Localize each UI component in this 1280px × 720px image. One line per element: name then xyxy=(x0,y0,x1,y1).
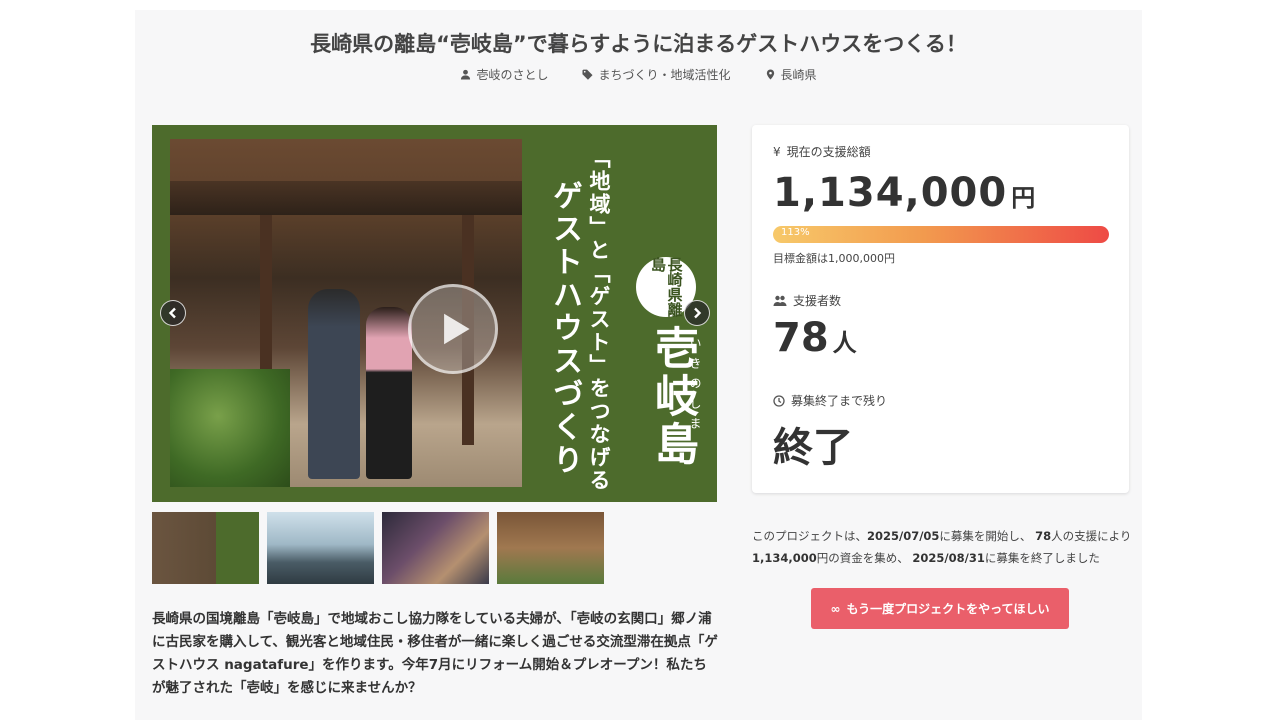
infinity-icon: ∞ xyxy=(830,601,841,616)
island-reading: いきのしま xyxy=(688,337,702,437)
project-summary: このプロジェクトは、2025/07/05に募集を開始し、 78人の支援により 1… xyxy=(752,529,1132,565)
carousel-next-button[interactable] xyxy=(684,300,710,326)
goal-amount: 目標金額は1,000,000円 xyxy=(773,252,895,265)
project-page: 長崎県の離島“壱岐島”で暮らすように泊まるゲストハウスをつくる！ 壱岐のさとし … xyxy=(135,10,1142,720)
owner-figure xyxy=(366,307,412,479)
category-link[interactable]: まちづくり・地域活性化 xyxy=(582,66,731,83)
chevron-left-icon xyxy=(168,307,176,319)
thumbnail-1[interactable] xyxy=(152,512,259,584)
thumbnail-3[interactable] xyxy=(382,512,489,584)
yen-icon: ¥ xyxy=(773,144,781,159)
total-amount: 1,134,000 円 xyxy=(773,170,1037,216)
owner-figure xyxy=(308,289,360,479)
location-link[interactable]: 長崎県 xyxy=(765,66,817,83)
hero-video[interactable]: 「地域」と「ゲスト」をつなげる ゲストハウスづくり 長崎県離島 壱岐島 いきのし… xyxy=(152,125,717,502)
gallery-thumbnails xyxy=(152,512,604,584)
category-name: まちづくり・地域活性化 xyxy=(598,68,731,82)
remaining-value: 終了 xyxy=(773,425,853,471)
remaining-label: 募集終了まで残り xyxy=(773,392,887,409)
total-label: ¥ 現在の支援総額 xyxy=(773,144,871,160)
project-meta: 壱岐のさとし まちづくり・地域活性化 長崎県 xyxy=(135,66,1142,83)
tag-icon xyxy=(582,69,594,80)
thumbnail-4[interactable] xyxy=(497,512,604,584)
users-icon xyxy=(773,295,787,306)
backers-label: 支援者数 xyxy=(773,292,841,309)
progress-percent: 113% xyxy=(781,227,810,238)
funding-stats-card: ¥ 現在の支援総額 1,134,000 円 113% 目標金額は1,000,000… xyxy=(752,125,1129,493)
progress-bar: 113% xyxy=(773,226,1109,243)
page-title: 長崎県の離島“壱岐島”で暮らすように泊まるゲストハウスをつくる！ xyxy=(310,32,967,56)
guesthouse-photo xyxy=(170,139,522,487)
hero-heading-small: 「地域」と「ゲスト」をつなげる xyxy=(587,147,611,492)
clock-icon xyxy=(773,394,785,407)
carousel-prev-button[interactable] xyxy=(160,300,186,326)
owner-name: 壱岐のさとし xyxy=(476,68,549,82)
play-button[interactable] xyxy=(408,284,498,374)
user-icon xyxy=(461,69,471,80)
play-icon xyxy=(444,313,470,345)
backers-count: 78 人 xyxy=(773,315,857,361)
hero-heading-large: ゲストハウスづくり xyxy=(547,180,582,477)
owner-link[interactable]: 壱岐のさとし xyxy=(460,66,548,83)
project-description: 長崎県の国境離島「壱岐島」で地域おこし協力隊をしている夫婦が、「壱岐の玄関口」郷… xyxy=(152,611,718,696)
request-again-button[interactable]: ∞ もう一度プロジェクトをやってほしい xyxy=(811,588,1069,629)
thumbnail-2[interactable] xyxy=(267,512,374,584)
chevron-right-icon xyxy=(694,307,702,319)
location-name: 長崎県 xyxy=(780,68,817,82)
map-pin-icon xyxy=(766,69,774,80)
